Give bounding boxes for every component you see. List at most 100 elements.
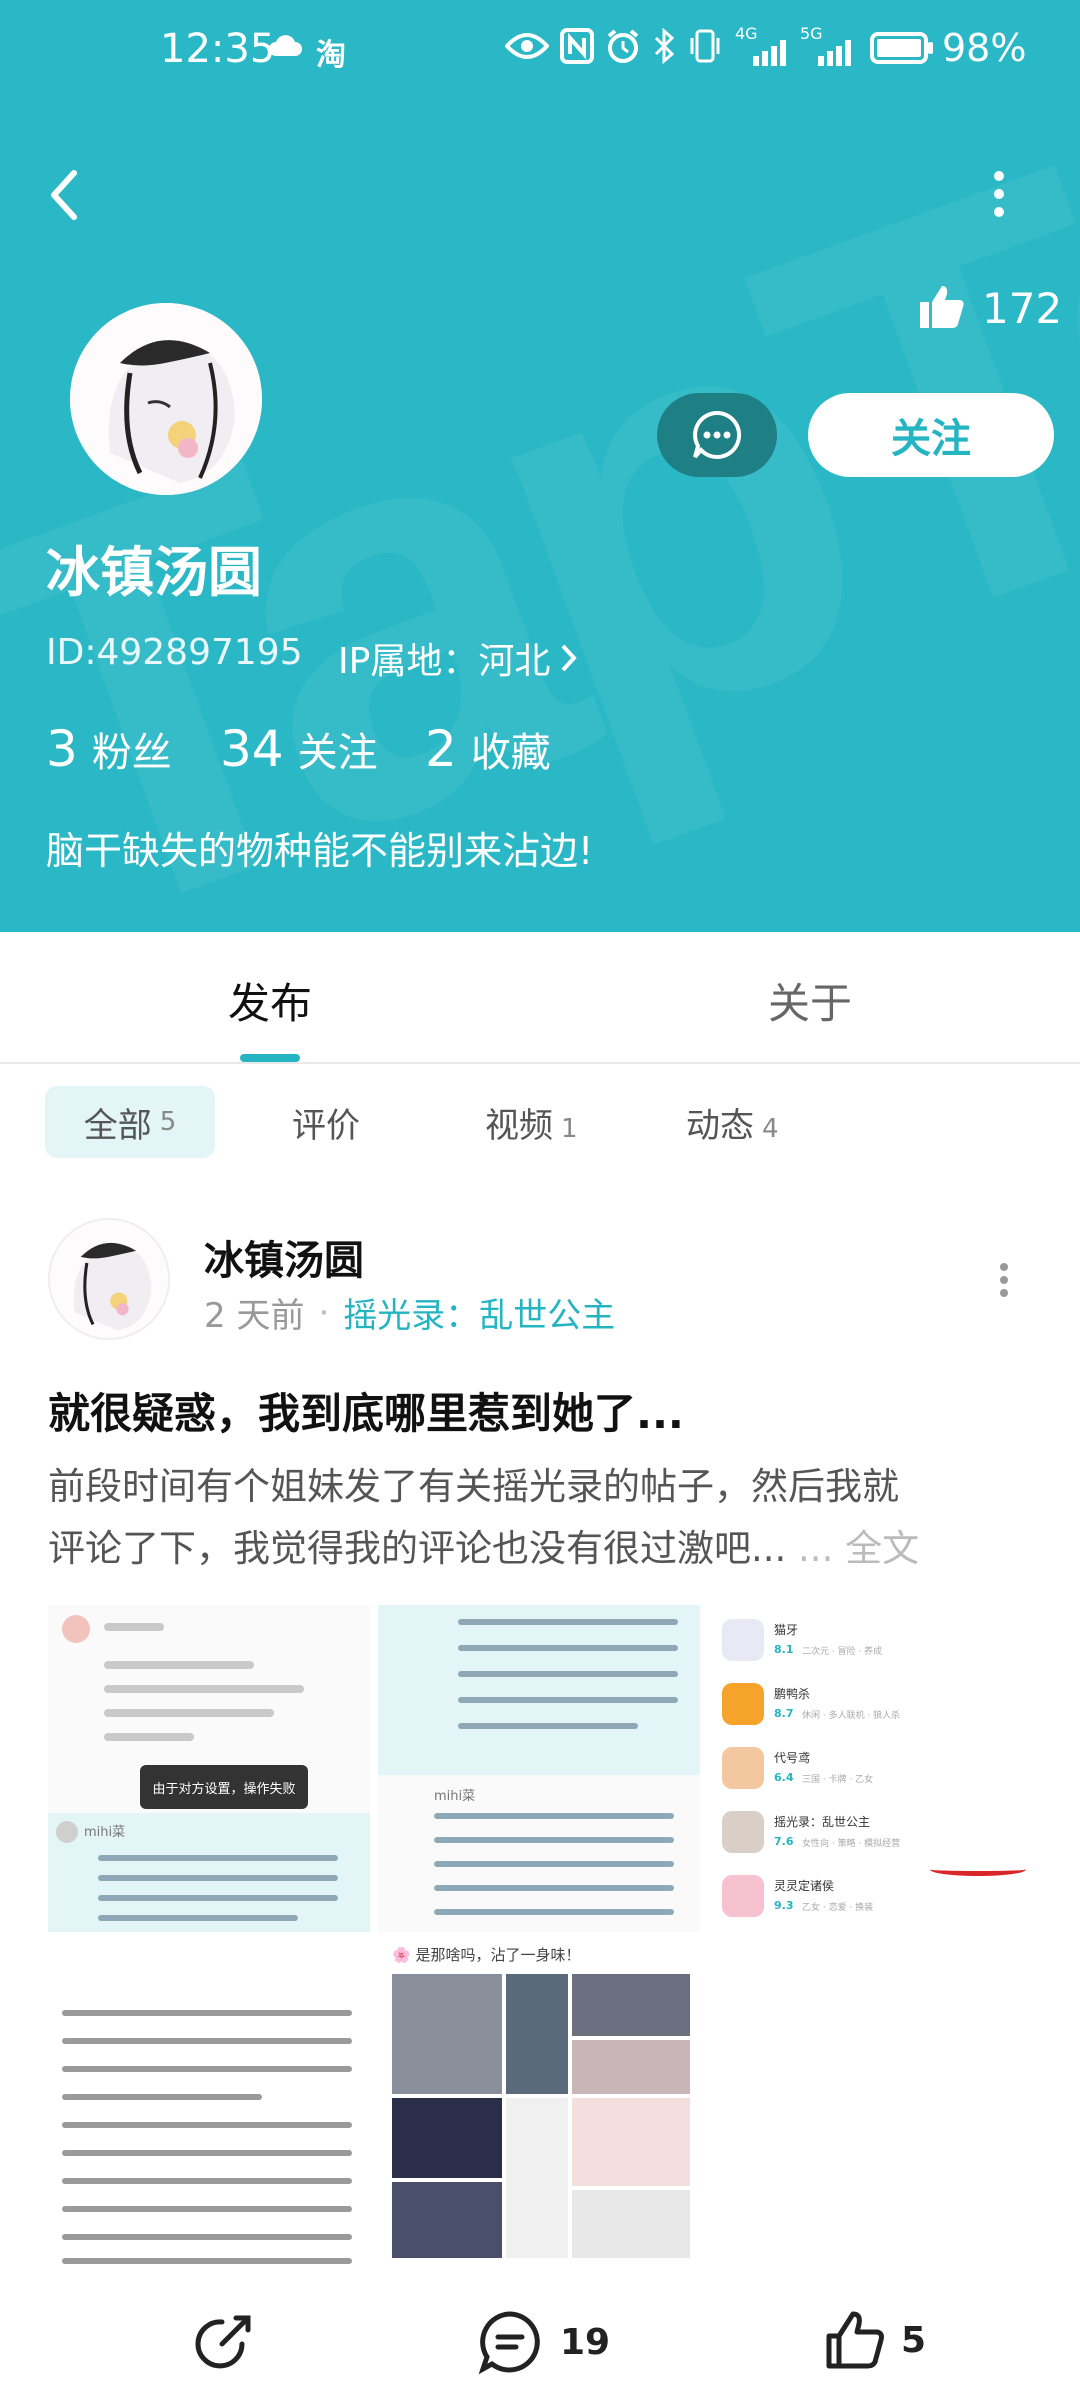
thumbs-up-icon [826, 2311, 884, 2369]
post-avatar-illustration [50, 1220, 168, 1338]
filter-all[interactable]: 全部 5 [45, 1086, 215, 1158]
comment-button[interactable]: 19 [478, 2310, 610, 2374]
post-image-5[interactable]: 🌸 是那啥吗，沾了一身味！ [378, 1940, 700, 2270]
image-2-user: mihi菜 [434, 1789, 476, 1804]
game-tags: 三国 · 卡牌 · 乙女 [802, 1775, 874, 1785]
fans-stat[interactable]: 3 粉丝 [46, 720, 172, 778]
more-menu-button[interactable] [984, 168, 1014, 224]
game-score: 8.7 [774, 1707, 794, 1720]
ip-location-link[interactable]: IP属地：河北 [338, 632, 580, 684]
game-tags: 二次元 · 冒险 · 养成 [802, 1647, 883, 1657]
game-icon [722, 1875, 764, 1917]
filter-moments-count: 4 [762, 1114, 779, 1144]
post-image-2[interactable]: mihi菜 [378, 1605, 700, 1932]
tab-about[interactable]: 关于 [768, 970, 852, 1031]
filter-reviews-label: 评价 [292, 1106, 360, 1146]
filter-moments[interactable]: 动态 4 [686, 1098, 779, 1147]
post-image-3[interactable]: 猫牙 8.1 二次元 · 冒险 · 养成鹏鸭杀 8.7 休闲 · 多人联机 · 狼人杀代… [708, 1605, 1032, 1932]
post-time: 2 天前 [204, 1296, 305, 1336]
post-meta: 2 天前 · 摇光录：乱世公主 [204, 1288, 615, 1337]
signal-4g-icon [735, 40, 787, 70]
image-1-comment-box: mihi菜 [48, 1813, 370, 1932]
more-vertical-icon [994, 171, 1004, 217]
favorites-label: 收藏 [470, 730, 551, 776]
post-title[interactable]: 就很疑惑，我到底哪里惹到她了... [48, 1380, 684, 1441]
post-game-link[interactable]: 摇光录：乱世公主 [343, 1288, 615, 1337]
favorites-stat[interactable]: 2 收藏 [425, 720, 551, 778]
fans-label: 粉丝 [91, 730, 172, 776]
share-icon [195, 2315, 251, 2369]
image-1-user: mihi菜 [84, 1825, 126, 1840]
game-name: 猫牙 [774, 1623, 799, 1637]
game-list-item: 摇光录：乱世公主 7.6 女性向 · 策略 · 模拟经营 [722, 1811, 1022, 1863]
follow-button[interactable]: 关注 [808, 393, 1054, 477]
fans-count: 3 [46, 720, 78, 778]
game-icon [722, 1619, 764, 1661]
comment-count: 19 [560, 2321, 611, 2363]
status-time: 12:35 [160, 26, 276, 72]
eye-icon [504, 30, 550, 66]
post-author-name[interactable]: 冰镇汤圆 [204, 1228, 364, 1286]
image-5-art-2 [506, 1974, 568, 2094]
chat-bubble-icon [693, 410, 742, 459]
avatar[interactable] [70, 303, 262, 495]
image-5-art-4 [572, 2040, 690, 2094]
chevron-right-icon [561, 644, 578, 672]
like-button[interactable]: 5 [823, 2308, 926, 2372]
nfc-icon [560, 28, 594, 68]
game-tags: 休闲 · 多人联机 · 狼人杀 [802, 1711, 901, 1721]
tabs-divider [0, 1062, 1080, 1064]
image-5-caption: 🌸 是那啥吗，沾了一身味！ [392, 1946, 581, 1964]
post-image-4[interactable] [48, 1940, 370, 2270]
alarm-icon [605, 28, 641, 68]
message-button[interactable] [657, 393, 777, 477]
like-count: 5 [901, 2319, 927, 2361]
image-1-avatar [62, 1615, 90, 1643]
cloud-icon [268, 30, 302, 60]
game-list-item: 猫牙 8.1 二次元 · 冒险 · 养成 [722, 1619, 1022, 1671]
game-list-item: 代号鸢 6.4 三国 · 卡牌 · 乙女 [722, 1747, 1022, 1799]
filter-reviews[interactable]: 评价 [292, 1098, 360, 1147]
filter-videos[interactable]: 视频 1 [485, 1098, 578, 1147]
user-id: ID:492897195 [46, 632, 303, 673]
game-tags: 女性向 · 策略 · 模拟经营 [802, 1839, 901, 1849]
game-name: 灵灵定诸侯 [774, 1879, 835, 1893]
image-5-art-3 [572, 1974, 690, 2036]
meta-separator: · [318, 1292, 330, 1333]
following-count: 34 [220, 720, 284, 778]
game-name: 代号鸢 [774, 1751, 811, 1765]
post-excerpt-line2-row: 评论了下，我觉得我的评论也没有很过激吧... ... 全文 [48, 1518, 1048, 1580]
filter-moments-label: 动态 [686, 1106, 754, 1146]
share-button[interactable] [192, 2310, 256, 2374]
following-stat[interactable]: 34 关注 [220, 720, 378, 778]
tab-active-indicator [240, 1054, 300, 1062]
post-image-1[interactable]: 由于对方设置，操作失败 mihi菜 [48, 1605, 370, 1932]
favorites-count: 2 [425, 720, 457, 778]
game-score: 9.3 [774, 1899, 794, 1912]
profile-bio: 脑干缺失的物种能不能别来沾边! [46, 829, 594, 873]
game-tags: 乙女 · 恋爱 · 换装 [802, 1903, 874, 1913]
post-author-avatar[interactable] [48, 1218, 170, 1340]
game-icon [722, 1747, 764, 1789]
game-name: 鹏鸭杀 [774, 1687, 811, 1701]
post-more-button[interactable] [994, 1262, 1014, 1302]
filter-videos-count: 1 [561, 1114, 578, 1144]
full-text-link[interactable]: ... 全文 [798, 1527, 919, 1570]
game-name: 摇光录：乱世公主 [774, 1815, 871, 1829]
post-excerpt[interactable]: 前段时间有个姐妹发了有关摇光录的帖子，然后我就 评论了下，我觉得我的评论也没有很… [48, 1456, 1048, 1580]
profile-header: TapTap 12:35 淘 4G 5G 98% 172 关注 冰镇汤圆 ID:… [0, 0, 1080, 932]
thumbs-up-icon [918, 282, 966, 334]
game-score: 8.1 [774, 1643, 794, 1656]
vibrate-icon [688, 28, 722, 68]
post-excerpt-line1: 前段时间有个姐妹发了有关摇光录的帖子，然后我就 [48, 1465, 899, 1508]
more-vertical-icon [1000, 1263, 1008, 1297]
ip-location-text: IP属地：河北 [338, 641, 551, 682]
game-icon [722, 1811, 764, 1853]
back-button[interactable] [44, 165, 84, 225]
signal-5g-icon [800, 40, 852, 70]
image-2-text-block [378, 1605, 700, 1775]
avatar-illustration [70, 303, 262, 495]
tab-publish[interactable]: 发布 [228, 970, 312, 1031]
game-score: 6.4 [774, 1771, 794, 1784]
image-5-art-1 [392, 1974, 502, 2094]
